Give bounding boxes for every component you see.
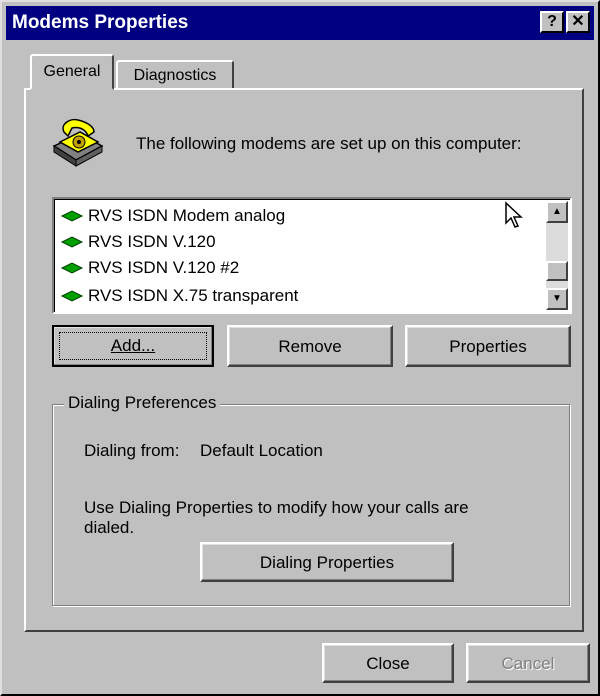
- close-icon: ✕: [571, 13, 585, 30]
- tab-diagnostics-label: Diagnostics: [133, 67, 217, 84]
- dialing-help-line2: dialed.: [84, 518, 135, 537]
- list-item[interactable]: RVS ISDN X.75 transparent: [60, 283, 298, 309]
- cancel-button[interactable]: Cancel: [466, 643, 590, 683]
- list-item[interactable]: RVS ISDN V.120: [60, 229, 216, 255]
- help-button[interactable]: ?: [540, 11, 564, 33]
- modem-list-scrollbar[interactable]: ▲ ▼: [546, 201, 568, 310]
- remove-button[interactable]: Remove: [227, 325, 393, 367]
- tab-general[interactable]: General: [30, 54, 114, 90]
- tab-general-label: General: [43, 63, 101, 80]
- arrow-down-icon: ▼: [552, 293, 562, 304]
- tab-diagnostics[interactable]: Diagnostics: [116, 60, 234, 90]
- modem-icon: [60, 236, 84, 248]
- focus-rect: [59, 332, 207, 360]
- dialing-from-value: Default Location: [200, 441, 323, 460]
- dialing-help-line1: Use Dialing Properties to modify how you…: [84, 498, 469, 517]
- remove-button-label: Remove: [278, 337, 342, 356]
- modem-icon: [60, 210, 84, 222]
- modem-name: RVS ISDN X.75 transparent: [88, 286, 299, 305]
- dialing-preferences-label: Dialing Preferences: [64, 393, 221, 413]
- mouse-cursor-icon: [505, 201, 523, 228]
- list-item[interactable]: RVS ISDN V.120 #2: [60, 255, 239, 281]
- scroll-down-button[interactable]: ▼: [546, 288, 568, 310]
- help-icon: ?: [547, 13, 557, 30]
- modem-icon: [60, 290, 84, 302]
- list-item[interactable]: RVS ISDN Modem analog: [60, 203, 285, 229]
- arrow-up-icon: ▲: [552, 206, 562, 217]
- modem-list[interactable]: RVS ISDN Modem analog RVS ISDN V.120 RVS…: [52, 197, 572, 314]
- scroll-thumb[interactable]: [546, 261, 568, 281]
- intro-text: The following modems are set up on this …: [136, 134, 522, 153]
- dialing-from-label: Dialing from:: [84, 441, 180, 460]
- modem-name: RVS ISDN V.120: [88, 232, 216, 251]
- telephone-icon: [52, 118, 104, 167]
- modem-name: RVS ISDN Modem analog: [88, 206, 286, 225]
- add-button[interactable]: Add...: [52, 325, 214, 367]
- dialing-properties-button[interactable]: Dialing Properties: [200, 542, 454, 582]
- close-window-button[interactable]: ✕: [566, 11, 590, 33]
- dialing-properties-button-label: Dialing Properties: [259, 553, 395, 572]
- modem-icon: [60, 262, 84, 274]
- close-button[interactable]: Close: [322, 643, 454, 683]
- title-bar[interactable]: Modems Properties ? ✕: [6, 6, 594, 40]
- properties-button-label: Properties: [449, 337, 527, 356]
- modems-properties-window: Modems Properties ? ✕ General Diagnostic…: [0, 0, 600, 696]
- cancel-button-label: Cancel: [501, 654, 555, 673]
- close-button-label: Close: [366, 654, 410, 673]
- modem-name: RVS ISDN V.120 #2: [88, 258, 240, 277]
- scroll-up-button[interactable]: ▲: [546, 201, 568, 223]
- properties-button[interactable]: Properties: [405, 325, 571, 367]
- window-title: Modems Properties: [12, 12, 189, 33]
